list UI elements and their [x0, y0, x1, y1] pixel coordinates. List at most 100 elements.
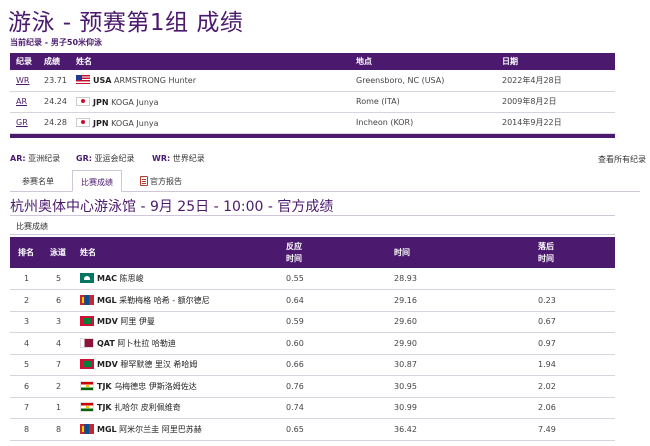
legend-gr: GR: 亚运会纪录 — [76, 153, 134, 164]
result-time: 29.90 — [394, 338, 417, 348]
results-header-reaction: 反应 时间 — [286, 237, 394, 268]
record-type-link[interactable]: GR — [16, 118, 28, 127]
legend-wr-label: 世界纪录 — [172, 154, 205, 163]
result-row: 6 2 TJK 乌梅德忠 伊斯洛姆佐达 0.76 30.95 2.02 — [10, 376, 615, 397]
result-reaction: 0.76 — [286, 381, 304, 391]
result-row: 3 3 MDV 阿里 伊曼 0.59 29.60 0.67 — [10, 311, 615, 333]
result-rank: 7 — [24, 403, 30, 413]
result-time: 36.42 — [394, 424, 417, 434]
qat-flag-icon — [80, 337, 94, 348]
result-rank: 4 — [24, 338, 30, 348]
result-row: 8 8 MGL 阿米尔兰圭 阿里巴苏赫 0.65 36.42 7.49 — [10, 419, 615, 440]
result-row: 5 7 MDV 穆罕默德 里汉 希哈姆 0.66 30.87 1.94 — [10, 354, 615, 376]
jpn-flag-icon — [76, 96, 90, 106]
result-behind: 0.67 — [538, 317, 556, 327]
records-header-result: 成绩 — [44, 57, 60, 66]
results-header-row: 排名 泳道 姓名 反应 时间 时间 落后 时间 — [10, 237, 615, 268]
venue-title: 杭州奥体中心游泳馆 - 9月 25日 - 10:00 - 官方成绩 — [10, 199, 334, 215]
result-reaction: 0.74 — [286, 403, 304, 413]
legend-ar: AR: 亚洲纪录 — [10, 153, 60, 164]
record-result: 24.28 — [44, 118, 67, 127]
results-header-name: 姓名 — [80, 247, 96, 257]
record-result: 23.71 — [44, 75, 67, 85]
record-caption: 当前纪录 - 男子50米仰泳 — [10, 38, 103, 47]
record-noc: JPN — [93, 118, 109, 128]
result-lane: 3 — [56, 317, 62, 327]
result-lane: 4 — [56, 338, 62, 348]
record-location: Greensboro, NC (USA) — [356, 75, 445, 85]
record-athlete: KOGA Junya — [111, 118, 159, 128]
result-reaction: 0.59 — [286, 317, 304, 327]
results-header-behind-line2: 时间 — [538, 253, 554, 263]
document-icon — [140, 176, 148, 186]
result-lane: 6 — [56, 295, 62, 305]
result-row: 1 5 MAC 陈思峻 0.55 28.93 — [10, 268, 615, 290]
tab-official-report[interactable]: 官方报告 — [132, 170, 190, 192]
result-athlete: 阿里 伊曼 — [120, 317, 155, 327]
result-behind: 7.49 — [538, 424, 556, 434]
result-athlete: 乌梅德忠 伊斯洛姆佐达 — [114, 381, 197, 391]
records-table: 纪录 成绩 姓名 地点 日期 WR 23.71 USA ARMSTRONG Hu… — [10, 53, 615, 138]
legend-gr-label: 亚运会纪录 — [94, 154, 135, 163]
tab-start-list[interactable]: 参赛名单 — [14, 170, 62, 192]
records-footer-bar — [10, 133, 615, 138]
results-header-behind: 落后 时间 — [538, 237, 615, 268]
tab-results[interactable]: 比赛成绩 — [72, 170, 122, 192]
record-row: AR 24.24 JPN KOGA Junya Rome (ITA) 2009年… — [10, 91, 615, 112]
legend-ar-key: AR: — [10, 154, 26, 163]
result-reaction: 0.55 — [286, 274, 304, 283]
result-rank: 6 — [24, 381, 30, 391]
result-behind — [538, 268, 615, 290]
mac-flag-icon — [80, 273, 94, 283]
tab-results-label: 比赛成绩 — [81, 178, 113, 187]
result-rank: 1 — [24, 274, 30, 283]
view-all-records-link[interactable]: 查看所有纪录 — [598, 154, 646, 165]
results-table: 排名 泳道 姓名 反应 时间 时间 落后 时间 1 5 MAC 陈思峻 0.55 2… — [10, 237, 615, 441]
records-header-date: 日期 — [502, 57, 518, 66]
result-time: 30.99 — [394, 403, 417, 413]
record-row: WR 23.71 USA ARMSTRONG Hunter Greensboro… — [10, 70, 615, 91]
record-type-link[interactable]: WR — [16, 76, 29, 85]
result-athlete: 扎哈尔 皮利佩维奇 — [114, 403, 181, 413]
results-header-lane: 泳道 — [50, 247, 66, 257]
record-athlete: ARMSTRONG Hunter — [114, 76, 196, 86]
records-header-location: 地点 — [356, 57, 372, 66]
result-noc: MDV — [97, 360, 118, 370]
result-time: 30.87 — [394, 360, 417, 370]
legend-wr: WR: 世界纪录 — [152, 153, 205, 164]
record-location: Rome (ITA) — [356, 97, 400, 106]
record-location: Incheon (KOR) — [356, 118, 414, 127]
result-noc: MDV — [97, 317, 118, 327]
result-noc: TJK — [97, 381, 112, 391]
result-noc: QAT — [97, 338, 115, 348]
record-noc: USA — [93, 76, 112, 86]
result-athlete: 采勒梅格 哈希 - 额尔德尼 — [119, 295, 210, 305]
result-time: 29.60 — [394, 317, 417, 327]
record-athlete: KOGA Junya — [111, 97, 159, 107]
tjk-flag-icon — [80, 402, 94, 413]
record-date: 2009年8月2日 — [502, 97, 557, 106]
result-lane: 1 — [56, 403, 62, 413]
result-noc: MAC — [97, 274, 118, 283]
record-result: 24.24 — [44, 97, 67, 106]
jpn-flag-icon — [76, 117, 90, 127]
results-header-time: 时间 — [394, 247, 410, 257]
result-reaction: 0.60 — [286, 338, 304, 348]
result-rank: 2 — [24, 295, 30, 305]
result-lane: 2 — [56, 381, 62, 391]
result-behind: 1.94 — [538, 360, 556, 370]
records-header-type: 纪录 — [16, 57, 32, 66]
tab-official-report-label: 官方报告 — [150, 177, 182, 186]
records-header-name: 姓名 — [76, 57, 92, 66]
results-header-reaction-line2: 时间 — [286, 253, 302, 263]
tjk-flag-icon — [80, 380, 94, 391]
result-athlete: 陈思峻 — [119, 274, 144, 283]
record-row: GR 24.28 JPN KOGA Junya Incheon (KOR) 20… — [10, 112, 615, 133]
results-header-rank: 排名 — [18, 247, 34, 257]
tab-bar: 参赛名单 比赛成绩 官方报告 — [10, 170, 640, 192]
record-type-link[interactable]: AR — [16, 97, 27, 106]
page-title: 游泳 - 预赛第1组 成绩 — [8, 10, 244, 36]
result-behind: 2.06 — [538, 403, 556, 413]
result-time: 29.16 — [394, 295, 417, 305]
mdv-flag-icon — [80, 359, 94, 370]
